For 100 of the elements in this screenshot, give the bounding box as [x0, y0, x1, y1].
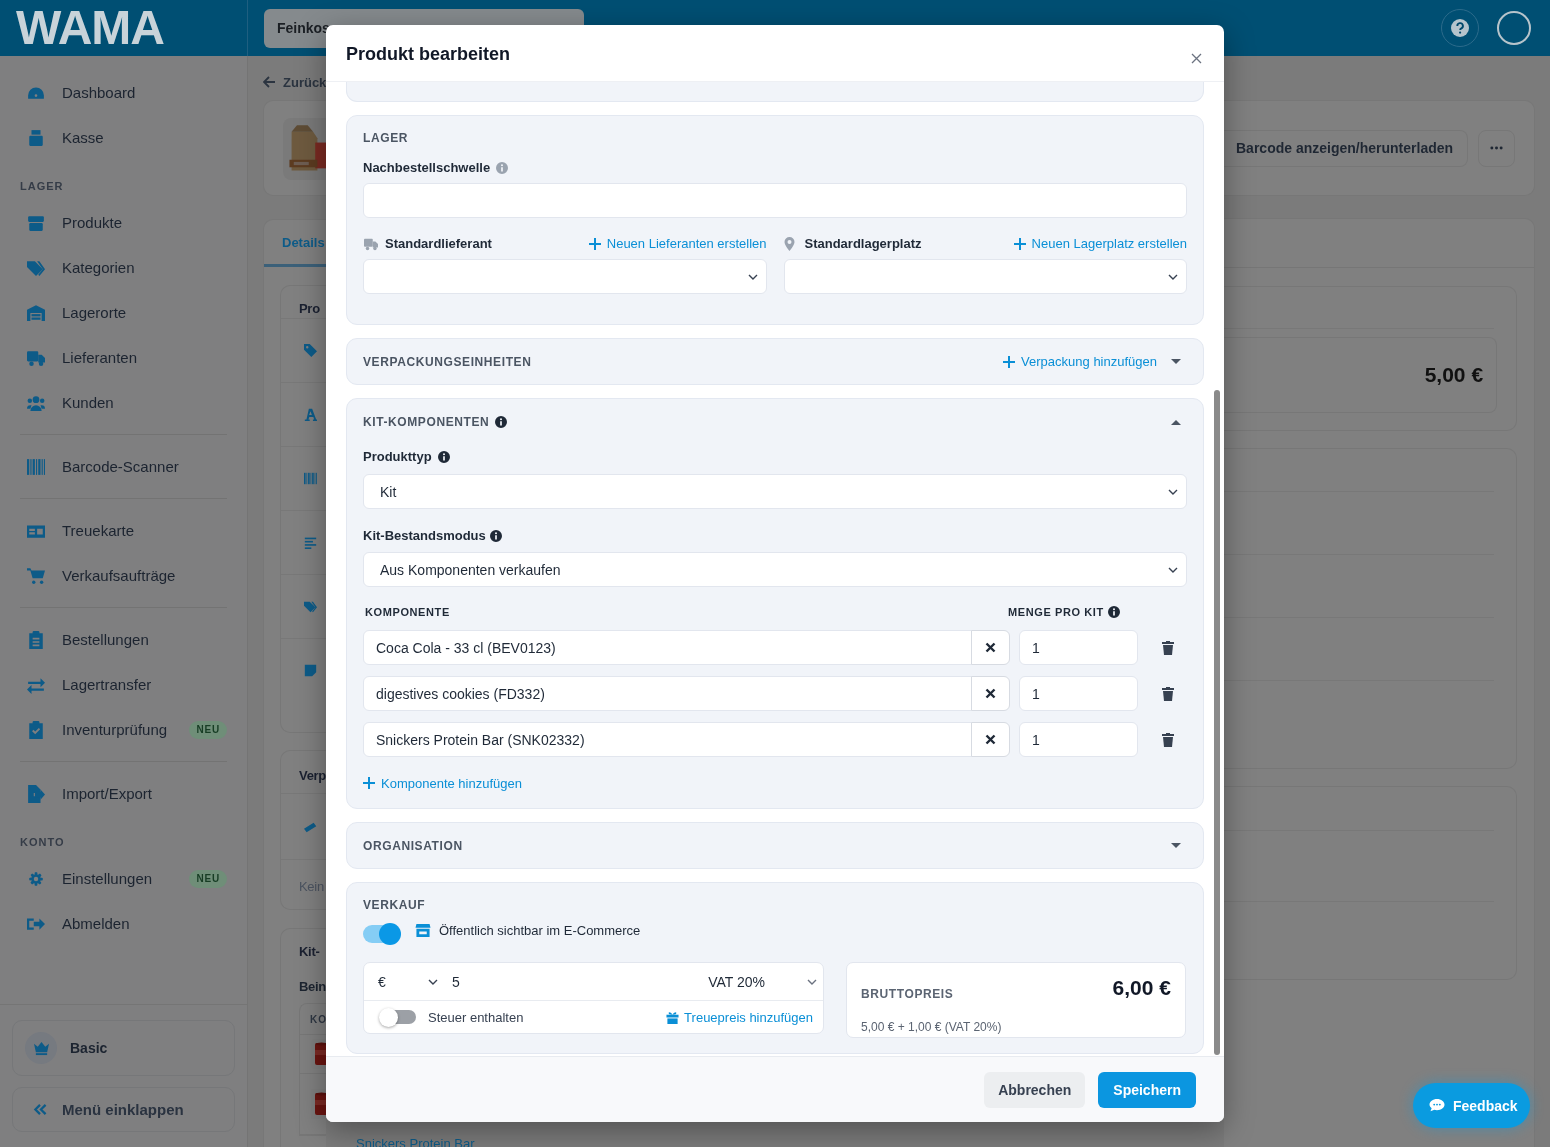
sidebar-item[interactable]: Inventurprüfung NEU: [0, 707, 247, 752]
select-field[interactable]: Kit: [363, 474, 1187, 509]
plus-icon: [363, 777, 375, 789]
clear-button[interactable]: [971, 676, 1010, 711]
card-title: Kit-: [298, 943, 321, 961]
trash-icon: [1161, 686, 1174, 701]
feedback-button[interactable]: Feedback: [1413, 1083, 1530, 1128]
sidebar-item[interactable]: Import/Export: [0, 771, 247, 816]
store-icon: [415, 922, 431, 938]
truck-icon: [27, 348, 45, 367]
delete-button[interactable]: [1161, 640, 1174, 655]
x-icon: [985, 688, 996, 699]
file-export-icon: [27, 784, 45, 803]
clipboard-icon: [27, 630, 45, 649]
sidebar-item[interactable]: Lieferanten: [0, 335, 247, 380]
create-link[interactable]: Neuen Lagerplatz erstellen: [1013, 236, 1187, 251]
sidebar-item[interactable]: Barcode-Scanner: [0, 444, 247, 489]
select-field[interactable]: [363, 259, 767, 294]
quantity-field[interactable]: 1: [1019, 722, 1138, 757]
sidebar-item[interactable]: Kasse: [0, 115, 247, 160]
plus-icon: [1003, 355, 1016, 368]
crown-icon: [32, 1040, 50, 1056]
delete-button[interactable]: [1161, 732, 1174, 747]
cancel-button[interactable]: Abbrechen: [984, 1071, 1086, 1108]
input-field[interactable]: Snickers Protein Bar (SNK02332): [363, 722, 972, 757]
close-icon: [1191, 52, 1202, 64]
select-field[interactable]: [783, 259, 1187, 294]
info-icon: [489, 529, 502, 542]
gift-icon: [666, 1010, 680, 1024]
plan-card[interactable]: Basic: [12, 1020, 235, 1076]
cart-icon: [27, 566, 45, 585]
card-title: Verp: [298, 767, 326, 785]
clipboard-check-icon: [27, 720, 45, 739]
sidebar-heading: KONTO: [20, 835, 66, 850]
sidebar-item[interactable]: Dashboard: [0, 70, 247, 115]
sidebar-item[interactable]: Verkaufsaufträge: [0, 553, 247, 598]
plan-name: Basic: [70, 1040, 108, 1056]
quantity-field[interactable]: 1: [1019, 630, 1138, 665]
section-heading: ORGANISATION: [363, 837, 463, 854]
x-icon: [985, 642, 996, 653]
sidebar-item[interactable]: Lagerorte: [0, 290, 247, 335]
clear-button[interactable]: [971, 722, 1010, 757]
warehouse-icon: [27, 303, 45, 322]
truck-icon: [363, 236, 379, 251]
section-heading: VERKAUF: [363, 897, 427, 913]
info-icon: [437, 450, 450, 463]
column-header: MENGE PRO KIT: [1008, 605, 1104, 619]
field-label: Produkttyp: [363, 449, 432, 464]
help-icon: [1451, 19, 1469, 37]
loyalty-price-link[interactable]: Treuepreis hinzufügen: [666, 1009, 813, 1025]
clear-button[interactable]: [971, 630, 1010, 665]
text-lines-icon: [304, 536, 317, 549]
price: 5,00 €: [1424, 363, 1484, 387]
add-component-link[interactable]: Komponente hinzufügen: [363, 775, 522, 791]
plus-icon: [1013, 237, 1026, 250]
sidebar-item[interactable]: Produkte: [0, 200, 247, 245]
save-button[interactable]: Speichern: [1098, 1071, 1196, 1108]
delete-button[interactable]: [1161, 686, 1174, 701]
settings-icon: [27, 869, 45, 888]
create-link[interactable]: Neuen Lieferanten erstellen: [588, 236, 767, 251]
sidebar-item[interactable]: Lagertransfer: [0, 662, 247, 707]
price-panel[interactable]: € 5 VAT 20% Steuer enthalten Treuepreis hinzufügen: [363, 962, 824, 1034]
sidebar-item[interactable]: Kunden: [0, 380, 247, 425]
trash-icon: [1161, 732, 1174, 747]
sidebar-item[interactable]: Abmelden: [0, 901, 247, 946]
gross-price: 6,00 €: [1112, 976, 1171, 1000]
input-field[interactable]: Coca Cola - 33 cl (BEV0123): [363, 630, 972, 665]
section-heading: LAGER: [363, 130, 409, 146]
note-icon: [304, 664, 317, 677]
more-icon: [1490, 146, 1504, 150]
quantity-field[interactable]: 1: [1019, 676, 1138, 711]
input-field[interactable]: digestives cookies (FD332): [363, 676, 972, 711]
currency-select[interactable]: €: [364, 963, 438, 1000]
avatar[interactable]: [1497, 11, 1531, 45]
barcode-button[interactable]: Barcode anzeigen/herunterladen: [1224, 129, 1469, 167]
collapse-menu-button[interactable]: Menü einklappen: [12, 1087, 235, 1132]
trash-icon: [1161, 640, 1174, 655]
info-icon: [1107, 606, 1120, 618]
sidebar-item[interactable]: Bestellungen: [0, 617, 247, 662]
vat-select[interactable]: VAT 20%: [708, 963, 823, 1000]
back-link[interactable]: Zurück: [263, 74, 326, 90]
toggle-switch[interactable]: [382, 1010, 416, 1024]
field-label: Nachbestellschwelle: [363, 160, 491, 175]
toggle-switch[interactable]: [363, 925, 399, 943]
logo: WAMA: [16, 4, 164, 52]
card-title: Pro: [298, 300, 321, 318]
cash-register-icon: [27, 128, 45, 147]
add-link[interactable]: Verpackung hinzufügen: [1003, 354, 1157, 369]
map-pin-icon: [783, 236, 795, 251]
select-field[interactable]: Aus Komponenten verkaufen: [363, 552, 1187, 587]
toggle-label: Öffentlich sichtbar im E-Commerce: [439, 922, 641, 938]
sidebar-item[interactable]: Einstellungen NEU: [0, 856, 247, 901]
toggle-label: Steuer enthalten: [428, 1009, 524, 1025]
scrollbar[interactable]: [1214, 390, 1220, 1055]
tags-icon: [27, 258, 45, 277]
double-chevron-left-icon: [33, 1103, 47, 1116]
input-field[interactable]: [363, 183, 1187, 218]
sidebar-item[interactable]: Kategorien: [0, 245, 247, 290]
sidebar-item[interactable]: Treuekarte: [0, 508, 247, 553]
info-icon: [496, 161, 509, 174]
